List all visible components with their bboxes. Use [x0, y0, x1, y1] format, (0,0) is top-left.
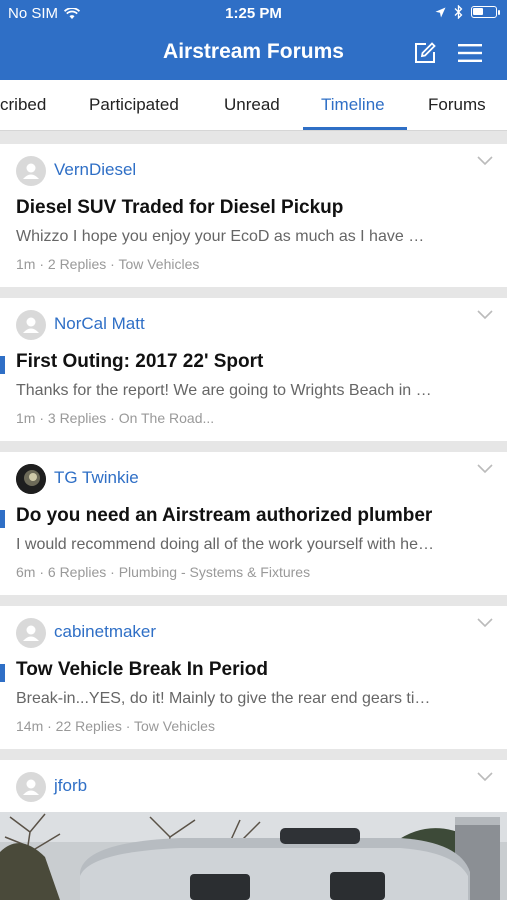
unread-indicator	[0, 664, 5, 682]
bluetooth-icon	[454, 5, 463, 19]
unread-indicator	[0, 356, 5, 374]
user-placeholder-icon	[23, 163, 39, 179]
tab-participated[interactable]: Participated	[89, 95, 179, 115]
unread-indicator	[0, 510, 5, 528]
user-photo-icon	[16, 464, 46, 494]
battery-icon	[471, 6, 500, 18]
thread-title[interactable]: Tow Vehicle Break In Period	[16, 659, 268, 681]
thread-card[interactable]: NorCal Matt First Outing: 2017 22' Sport…	[0, 298, 507, 441]
thread-excerpt: Break-in...YES, do it! Mainly to give th…	[16, 690, 431, 707]
menu-icon[interactable]	[458, 43, 482, 63]
avatar[interactable]	[16, 618, 46, 648]
thread-excerpt: Thanks for the report! We are going to W…	[16, 382, 432, 399]
chevron-down-icon[interactable]	[477, 156, 493, 166]
tab-unread[interactable]: Unread	[224, 95, 280, 115]
thread-meta: 1m · 3 Replies · On The Road...	[16, 410, 215, 426]
tab-subscribed[interactable]: cribed	[0, 95, 46, 115]
thread-card[interactable]: jforb	[0, 760, 507, 900]
status-right	[435, 5, 500, 19]
avatar[interactable]	[16, 464, 46, 494]
thread-author[interactable]: TG Twinkie	[54, 468, 139, 488]
thread-author[interactable]: cabinetmaker	[54, 622, 156, 642]
tab-bar: cribed Participated Unread Timeline Foru…	[0, 80, 507, 131]
thread-title[interactable]: Do you need an Airstream authorized plum…	[16, 505, 432, 527]
avatar[interactable]	[16, 310, 46, 340]
chevron-down-icon[interactable]	[477, 464, 493, 474]
user-placeholder-icon	[23, 779, 39, 795]
thread-meta: 6m · 6 Replies · Plumbing - Systems & Fi…	[16, 564, 311, 580]
chevron-down-icon[interactable]	[477, 772, 493, 782]
avatar[interactable]	[16, 772, 46, 802]
thread-meta: 1m · 2 Replies · Tow Vehicles	[16, 256, 200, 272]
chevron-down-icon[interactable]	[477, 618, 493, 628]
chevron-down-icon[interactable]	[477, 310, 493, 320]
thread-card[interactable]: cabinetmaker Tow Vehicle Break In Period…	[0, 606, 507, 749]
thread-meta: 14m · 22 Replies · Tow Vehicles	[16, 718, 215, 734]
thread-author[interactable]: jforb	[54, 776, 87, 796]
user-placeholder-icon	[23, 317, 39, 333]
location-arrow-icon	[435, 7, 446, 17]
tab-forums[interactable]: Forums	[428, 95, 486, 115]
thread-card[interactable]: VernDiesel Diesel SUV Traded for Diesel …	[0, 144, 507, 287]
status-time: 1:25 PM	[225, 5, 282, 22]
tab-timeline[interactable]: Timeline	[321, 95, 385, 115]
thread-author[interactable]: VernDiesel	[54, 160, 136, 180]
thread-author[interactable]: NorCal Matt	[54, 314, 145, 334]
thread-card[interactable]: TG Twinkie Do you need an Airstream auth…	[0, 452, 507, 595]
thread-title[interactable]: Diesel SUV Traded for Diesel Pickup	[16, 197, 343, 219]
thread-title[interactable]: First Outing: 2017 22' Sport	[16, 351, 263, 373]
status-bar: No SIM 1:25 PM	[0, 0, 507, 28]
thread-excerpt: I would recommend doing all of the work …	[16, 536, 434, 553]
thread-excerpt: Whizzo I hope you enjoy your EcoD as muc…	[16, 228, 425, 245]
user-placeholder-icon	[23, 625, 39, 641]
avatar[interactable]	[16, 156, 46, 186]
compose-icon[interactable]	[413, 41, 437, 65]
active-tab-indicator	[303, 127, 407, 130]
thread-photo-airstream-trailer[interactable]	[0, 812, 507, 900]
nav-bar: Airstream Forums	[0, 28, 507, 80]
